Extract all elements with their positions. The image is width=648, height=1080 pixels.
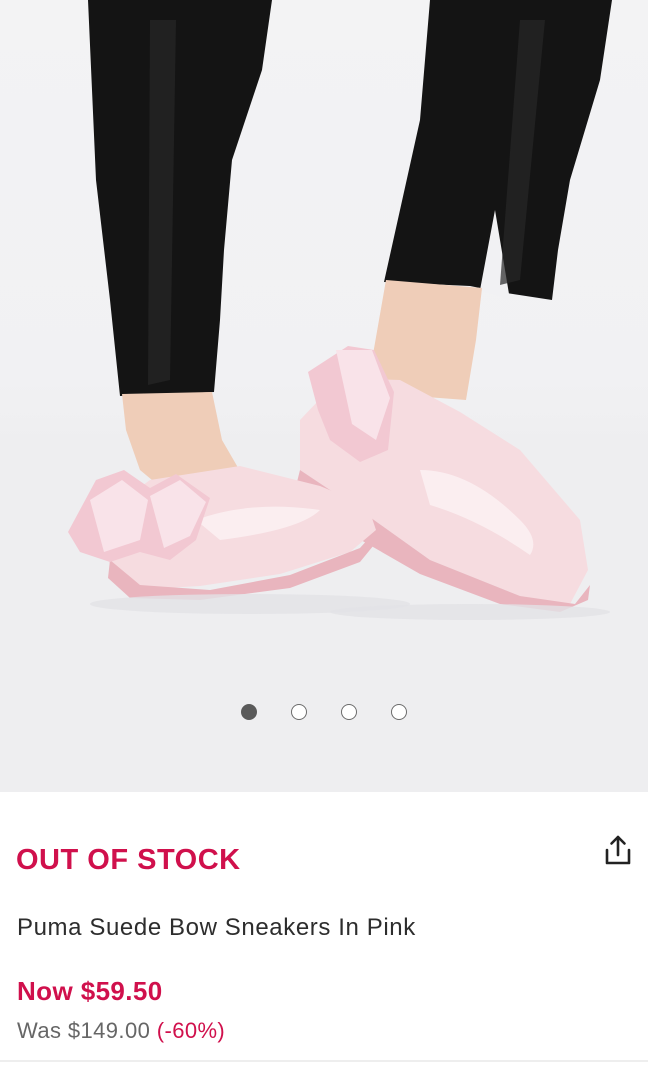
product-photo — [0, 0, 648, 792]
previous-price: Was $149.00 — [17, 1018, 151, 1043]
current-price: Now $59.50 — [17, 976, 163, 1006]
share-icon — [605, 835, 631, 865]
pagination-dot[interactable] — [291, 704, 307, 720]
previous-price-line: Was $149.00 (-60%) — [17, 1018, 225, 1044]
image-pagination[interactable] — [0, 704, 648, 722]
pagination-dot[interactable] — [391, 704, 407, 720]
pagination-dot[interactable] — [341, 704, 357, 720]
product-name: Puma Suede Bow Sneakers In Pink — [17, 914, 416, 941]
share-button[interactable] — [600, 832, 636, 868]
product-image-gallery[interactable] — [0, 0, 648, 792]
stock-status: OUT OF STOCK — [16, 844, 241, 876]
product-info: OUT OF STOCK Puma Suede Bow Sneakers In … — [0, 792, 648, 1080]
divider — [0, 1060, 648, 1062]
pagination-dot[interactable] — [241, 704, 257, 720]
discount-percentage: (-60%) — [156, 1018, 226, 1043]
